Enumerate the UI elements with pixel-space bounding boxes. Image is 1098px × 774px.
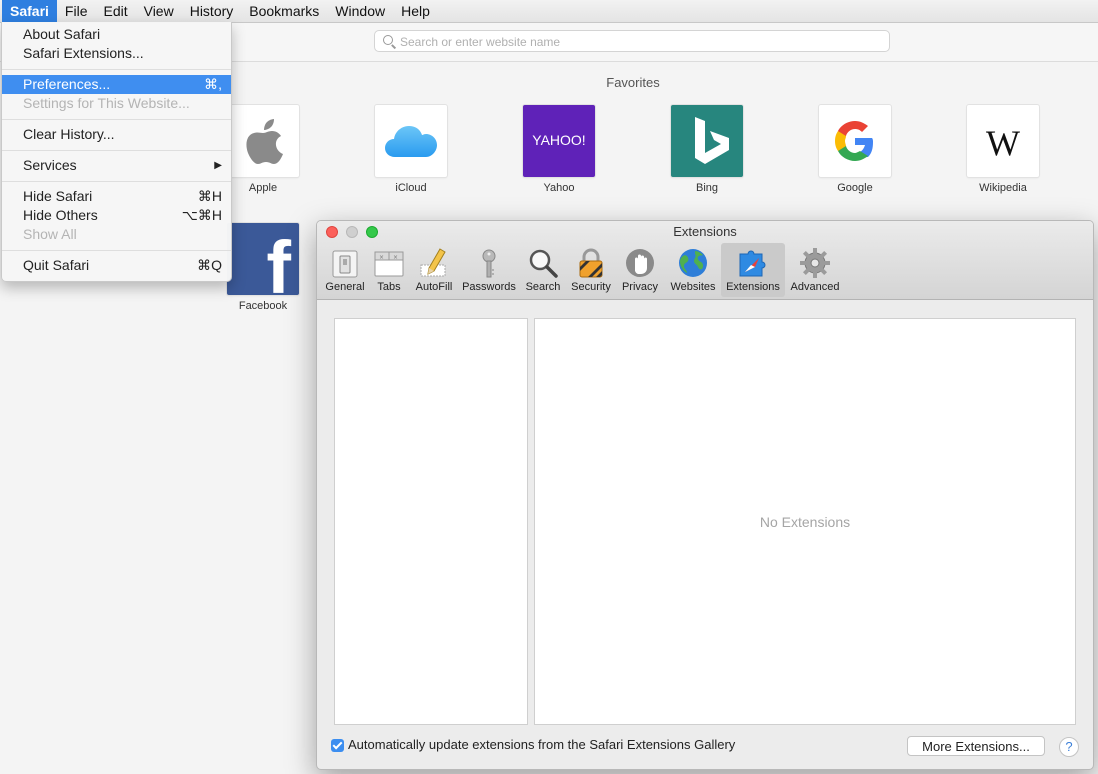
favorite-label: Google: [837, 182, 873, 194]
tab-extensions[interactable]: Extensions: [721, 243, 785, 297]
menu-view[interactable]: View: [136, 0, 182, 22]
padlock-icon: [579, 248, 603, 278]
tab-advanced[interactable]: Advanced: [787, 243, 843, 297]
shortcut-label: ⌘H: [197, 188, 222, 204]
menu-item-hide-others[interactable]: Hide Others ⌥⌘H: [2, 206, 231, 225]
safari-menu-dropdown: About Safari Safari Extensions... Prefer…: [1, 22, 232, 282]
tab-privacy[interactable]: Privacy: [616, 243, 664, 297]
preferences-toolbar: Extensions General × × Tabs AutoFill Pas…: [317, 221, 1093, 300]
tab-search[interactable]: Search: [520, 243, 566, 297]
menu-separator: [2, 150, 231, 151]
apple-logo-icon: [227, 105, 299, 177]
favorite-bing[interactable]: Bing: [652, 105, 762, 194]
shortcut-label: ⌥⌘H: [181, 207, 222, 223]
menu-help[interactable]: Help: [393, 0, 438, 22]
favorite-label: Facebook: [238, 300, 288, 312]
general-switch-icon: [332, 250, 358, 278]
favorite-label: Yahoo: [543, 182, 575, 194]
svg-text:×: ×: [393, 254, 398, 261]
menu-window[interactable]: Window: [327, 0, 393, 22]
icloud-logo-icon: [375, 105, 447, 177]
menu-safari[interactable]: Safari: [2, 0, 57, 22]
tab-autofill[interactable]: AutoFill: [410, 243, 458, 297]
key-icon: [482, 249, 496, 278]
auto-update-label: Automatically update extensions from the…: [348, 737, 736, 752]
puzzle-compass-icon: [739, 250, 766, 277]
menu-separator: [2, 119, 231, 120]
submenu-arrow-icon: ▶: [214, 160, 222, 171]
favorite-label: Bing: [695, 182, 719, 194]
no-extensions-label: No Extensions: [759, 514, 851, 530]
menu-file[interactable]: File: [57, 0, 96, 22]
menu-item-hide-safari[interactable]: Hide Safari ⌘H: [2, 187, 231, 206]
globe-icon: [679, 249, 707, 277]
hand-stop-icon: [626, 249, 654, 277]
shortcut-label: ⌘,: [204, 76, 222, 92]
pencil-form-icon: [420, 248, 446, 277]
window-title: Extensions: [673, 224, 737, 239]
google-logo-icon: [819, 105, 891, 177]
menu-item-settings-for-website: Settings for This Website...: [23, 95, 190, 111]
favorite-label: iCloud: [395, 182, 427, 194]
shortcut-label: ⌘Q: [197, 257, 222, 273]
gear-icon: [800, 248, 830, 278]
yahoo-logo-icon: YAHOO!: [523, 105, 595, 177]
tab-general[interactable]: General: [322, 243, 368, 297]
auto-update-checkbox[interactable]: [331, 739, 344, 752]
tab-websites[interactable]: Websites: [666, 243, 720, 297]
svg-text:×: ×: [379, 254, 384, 261]
menu-separator: [2, 69, 231, 70]
address-bar[interactable]: Search or enter website name: [374, 30, 890, 52]
extensions-list[interactable]: [334, 318, 528, 725]
facebook-logo-icon: f: [227, 223, 299, 295]
favorite-label: Apple: [248, 182, 278, 194]
menu-item-show-all: Show All: [23, 226, 77, 242]
menu-item-quit-safari[interactable]: Quit Safari ⌘Q: [2, 256, 231, 275]
menu-item-clear-history[interactable]: Clear History...: [2, 125, 231, 144]
menu-separator: [2, 181, 231, 182]
extension-details-pane: No Extensions: [534, 318, 1076, 725]
menu-bar: Safari File Edit View History Bookmarks …: [0, 0, 1098, 23]
favorite-google[interactable]: Google: [800, 105, 910, 194]
favorite-yahoo[interactable]: YAHOO! Yahoo: [504, 105, 614, 194]
tabs-window-icon: × ×: [374, 251, 404, 277]
menu-bookmarks[interactable]: Bookmarks: [241, 0, 327, 22]
favorite-icloud[interactable]: iCloud: [356, 105, 466, 194]
magnifying-glass-icon: [529, 249, 558, 278]
help-button[interactable]: ?: [1059, 737, 1079, 757]
menu-item-about-safari[interactable]: About Safari: [2, 25, 231, 44]
menu-item-preferences[interactable]: Preferences... ⌘,: [2, 75, 231, 94]
menu-separator: [2, 250, 231, 251]
preferences-window: Extensions General × × Tabs AutoFill Pas…: [316, 220, 1094, 770]
menu-edit[interactable]: Edit: [95, 0, 135, 22]
bing-logo-icon: [671, 105, 743, 177]
favorite-wikipedia[interactable]: W Wikipedia: [948, 105, 1058, 194]
menu-item-safari-extensions[interactable]: Safari Extensions...: [2, 44, 231, 63]
wikipedia-logo-icon: W: [967, 105, 1039, 177]
menu-history[interactable]: History: [182, 0, 242, 22]
menu-item-services[interactable]: Services ▶: [2, 156, 231, 175]
tab-tabs[interactable]: × × Tabs: [370, 243, 408, 297]
address-placeholder: Search or enter website name: [400, 35, 561, 49]
search-icon: [383, 35, 393, 45]
tab-security[interactable]: Security: [568, 243, 614, 297]
more-extensions-button[interactable]: More Extensions...: [907, 736, 1045, 756]
tab-passwords[interactable]: Passwords: [460, 243, 518, 297]
favorite-label: Wikipedia: [979, 182, 1027, 194]
